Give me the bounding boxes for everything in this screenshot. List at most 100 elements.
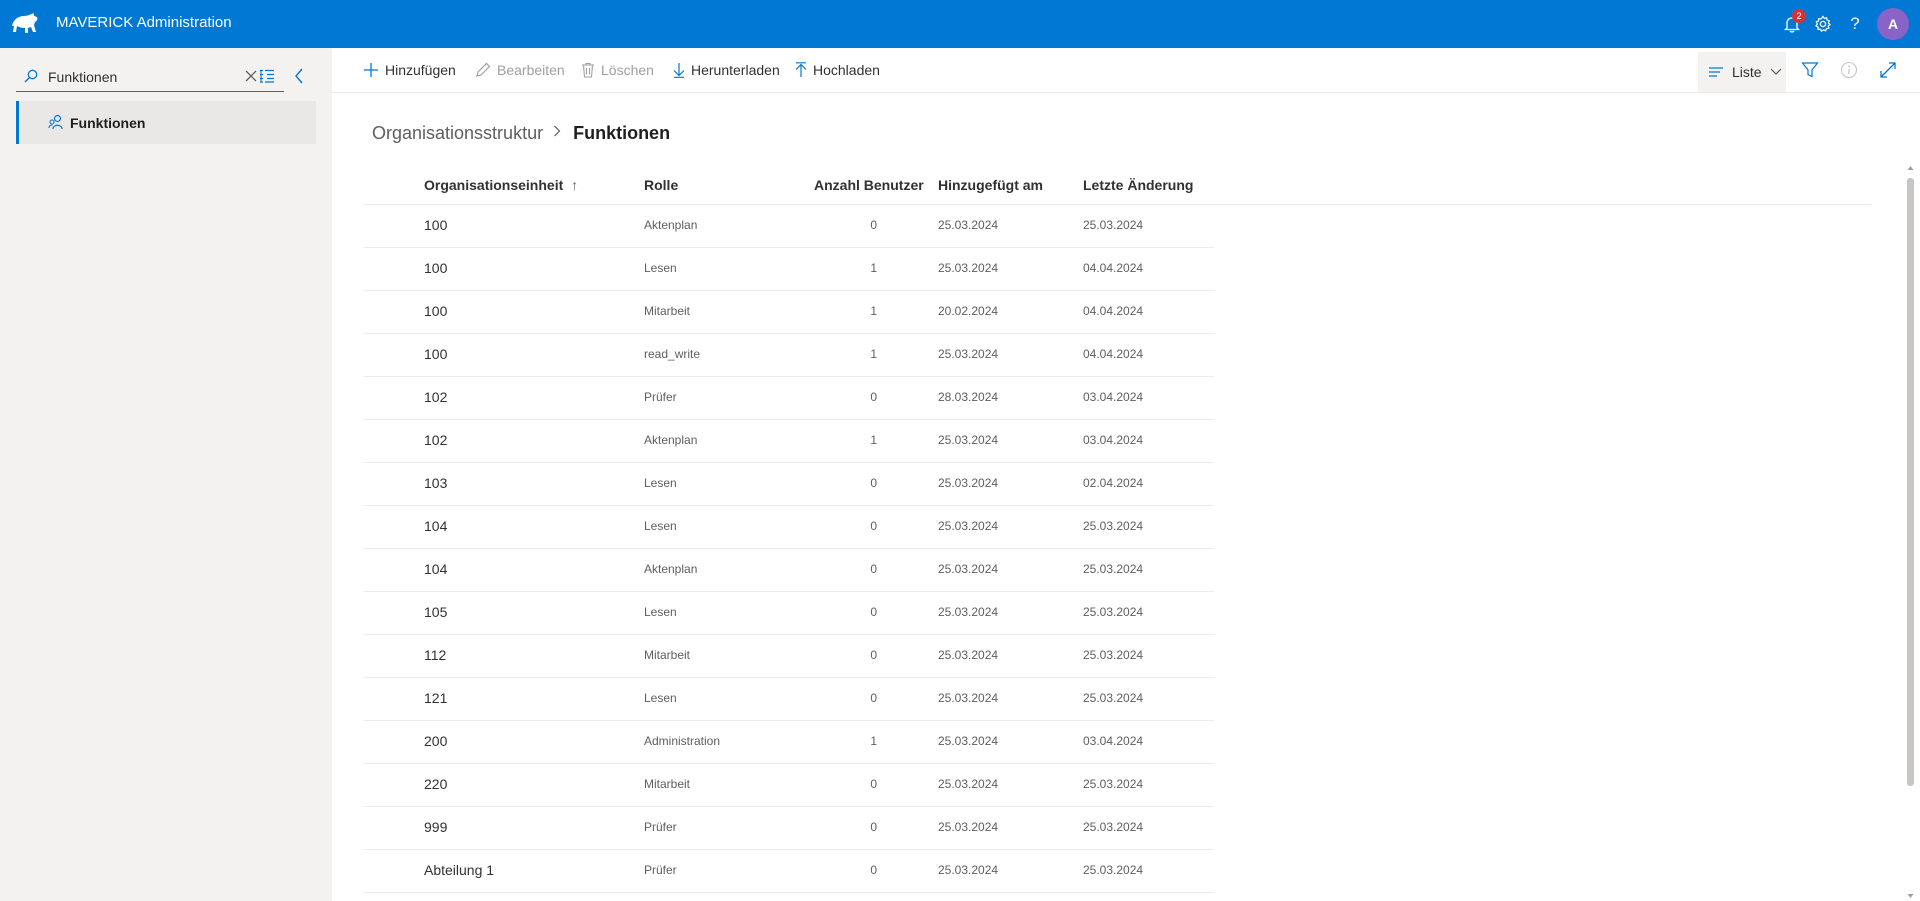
cell-hinzugefuegt-am: 25.03.2024	[938, 433, 999, 447]
cell-anzahl-benutzer: 0	[870, 648, 877, 662]
tree-view-icon[interactable]	[252, 61, 282, 91]
cell-organisationseinheit: 999	[424, 819, 448, 835]
table-row[interactable]: 103 Lesen 0 25.03.2024 02.04.2024	[364, 463, 1214, 506]
scroll-up-arrow-icon	[1907, 166, 1914, 170]
collapse-sidebar-chevron-icon[interactable]	[284, 61, 314, 91]
cell-letzte-aenderung: 25.03.2024	[1083, 863, 1144, 877]
table-row[interactable]: 100 Lesen 1 25.03.2024 04.04.2024	[364, 248, 1214, 291]
cell-rolle: Mitarbeit	[644, 777, 691, 791]
table-row[interactable]: 104 Lesen 0 25.03.2024 25.03.2024	[364, 506, 1214, 549]
table-row[interactable]: 200 Administration 1 25.03.2024 03.04.2024	[364, 721, 1214, 764]
cell-anzahl-benutzer: 1	[870, 433, 877, 447]
search-icon	[24, 69, 38, 88]
cell-organisationseinheit: 103	[424, 475, 448, 491]
cell-rolle: Mitarbeit	[644, 648, 691, 662]
cell-hinzugefuegt-am: 25.03.2024	[938, 691, 999, 705]
cell-anzahl-benutzer: 1	[870, 347, 877, 361]
settings-gear-icon[interactable]	[1811, 12, 1835, 36]
cell-rolle: Aktenplan	[644, 433, 698, 447]
cell-hinzugefuegt-am: 25.03.2024	[938, 476, 999, 490]
chevron-down-icon	[1770, 68, 1782, 75]
vertical-scrollbar[interactable]	[1904, 163, 1916, 901]
cell-letzte-aenderung: 04.04.2024	[1083, 347, 1144, 361]
user-avatar[interactable]: A	[1877, 8, 1909, 40]
cell-rolle: read_write	[644, 347, 701, 361]
delete-button[interactable]: Löschen	[581, 48, 654, 92]
edit-button[interactable]: Bearbeiten	[475, 48, 565, 92]
cell-rolle: Prüfer	[644, 820, 677, 834]
help-icon[interactable]: ?	[1843, 12, 1867, 36]
table-row[interactable]: 100 Aktenplan 0 25.03.2024 25.03.2024	[364, 205, 1214, 248]
cell-organisationseinheit: 121	[424, 690, 448, 706]
info-icon[interactable]	[1837, 58, 1861, 82]
cell-rolle: Lesen	[644, 605, 677, 619]
sidebar: Funktionen	[0, 48, 332, 901]
table-row[interactable]: 102 Aktenplan 1 25.03.2024 03.04.2024	[364, 420, 1214, 463]
view-mode-label: Liste	[1732, 64, 1762, 80]
notification-count-badge: 2	[1792, 9, 1806, 23]
table-row[interactable]: 220 Mitarbeit 0 25.03.2024 25.03.2024	[364, 764, 1214, 807]
sort-ascending-icon: ↑	[571, 177, 579, 193]
table-row[interactable]: 999 Prüfer 0 25.03.2024 25.03.2024	[364, 807, 1214, 850]
download-arrow-icon	[673, 63, 685, 78]
table-row[interactable]: 121 Lesen 0 25.03.2024 25.03.2024	[364, 678, 1214, 721]
breadcrumb-current: Funktionen	[573, 122, 671, 143]
cell-rolle: Aktenplan	[644, 218, 698, 232]
table-row[interactable]: 105 Lesen 0 25.03.2024 25.03.2024	[364, 592, 1214, 635]
cell-hinzugefuegt-am: 25.03.2024	[938, 863, 999, 877]
cell-organisationseinheit: 112	[424, 647, 447, 663]
trash-icon	[582, 62, 594, 78]
sidebar-item-label: Funktionen	[70, 115, 146, 131]
cell-rolle: Lesen	[644, 519, 677, 533]
cell-hinzugefuegt-am: 25.03.2024	[938, 347, 999, 361]
add-button-label: Hinzufügen	[385, 62, 456, 78]
add-button[interactable]: Hinzufügen	[363, 48, 456, 92]
download-button[interactable]: Herunterladen	[673, 48, 780, 92]
cell-hinzugefuegt-am: 25.03.2024	[938, 261, 999, 275]
column-header-organisationseinheit[interactable]: Organisationseinheit ↑	[424, 174, 578, 196]
scroll-down-arrow-icon	[1907, 894, 1914, 898]
expand-fullscreen-icon[interactable]	[1876, 58, 1900, 82]
cell-hinzugefuegt-am: 28.03.2024	[938, 390, 999, 404]
column-header-letzte-aenderung[interactable]: Letzte Änderung	[1083, 174, 1193, 196]
table-row[interactable]: 102 Prüfer 0 28.03.2024 03.04.2024	[364, 377, 1214, 420]
cell-organisationseinheit: 104	[424, 561, 448, 577]
table-header: Organisationseinheit ↑ Rolle Anzahl Benu…	[364, 166, 1871, 205]
cell-letzte-aenderung: 25.03.2024	[1083, 218, 1144, 232]
column-header-hinzugefuegt-am[interactable]: Hinzugefügt am	[938, 174, 1043, 196]
table-row[interactable]: 100 Mitarbeit 1 20.02.2024 04.04.2024	[364, 291, 1214, 334]
cell-anzahl-benutzer: 1	[870, 734, 877, 748]
cell-rolle: Prüfer	[644, 390, 677, 404]
cell-anzahl-benutzer: 0	[870, 218, 877, 232]
people-icon	[48, 114, 64, 135]
table-row[interactable]: Abteilung 1 Prüfer 0 25.03.2024 25.03.2024	[364, 850, 1214, 893]
table-row[interactable]: 100 read_write 1 25.03.2024 04.04.2024	[364, 334, 1214, 377]
cell-organisationseinheit: 100	[424, 303, 448, 319]
view-mode-dropdown[interactable]: Liste	[1698, 52, 1786, 92]
cell-organisationseinheit: 105	[424, 604, 448, 620]
cell-anzahl-benutzer: 0	[870, 390, 877, 404]
cell-letzte-aenderung: 04.04.2024	[1083, 304, 1144, 318]
maverick-logo-icon[interactable]	[10, 12, 40, 36]
search-input[interactable]	[46, 65, 240, 89]
cell-rolle: Aktenplan	[644, 562, 698, 576]
sidebar-item-funktionen[interactable]: Funktionen	[16, 101, 316, 144]
cell-letzte-aenderung: 03.04.2024	[1083, 734, 1144, 748]
cell-rolle: Lesen	[644, 691, 677, 705]
cell-letzte-aenderung: 25.03.2024	[1083, 777, 1144, 791]
column-header-rolle[interactable]: Rolle	[644, 174, 678, 196]
table-row[interactable]: 112 Mitarbeit 0 25.03.2024 25.03.2024	[364, 635, 1214, 678]
filter-icon[interactable]	[1798, 58, 1822, 82]
table-row[interactable]: 104 Aktenplan 0 25.03.2024 25.03.2024	[364, 549, 1214, 592]
cell-letzte-aenderung: 25.03.2024	[1083, 519, 1144, 533]
column-header-anzahl-benutzer[interactable]: Anzahl Benutzer	[814, 174, 924, 196]
scrollbar-thumb[interactable]	[1907, 178, 1914, 786]
upload-button[interactable]: Hochladen	[795, 48, 880, 92]
cell-organisationseinheit: 100	[424, 217, 448, 233]
sidebar-search	[16, 61, 284, 92]
cell-hinzugefuegt-am: 25.03.2024	[938, 218, 999, 232]
cell-organisationseinheit: Abteilung 1	[424, 862, 495, 878]
cell-rolle: Administration	[644, 734, 721, 748]
cell-anzahl-benutzer: 0	[870, 562, 877, 576]
breadcrumb-parent-link[interactable]: Organisationsstruktur	[372, 123, 543, 144]
